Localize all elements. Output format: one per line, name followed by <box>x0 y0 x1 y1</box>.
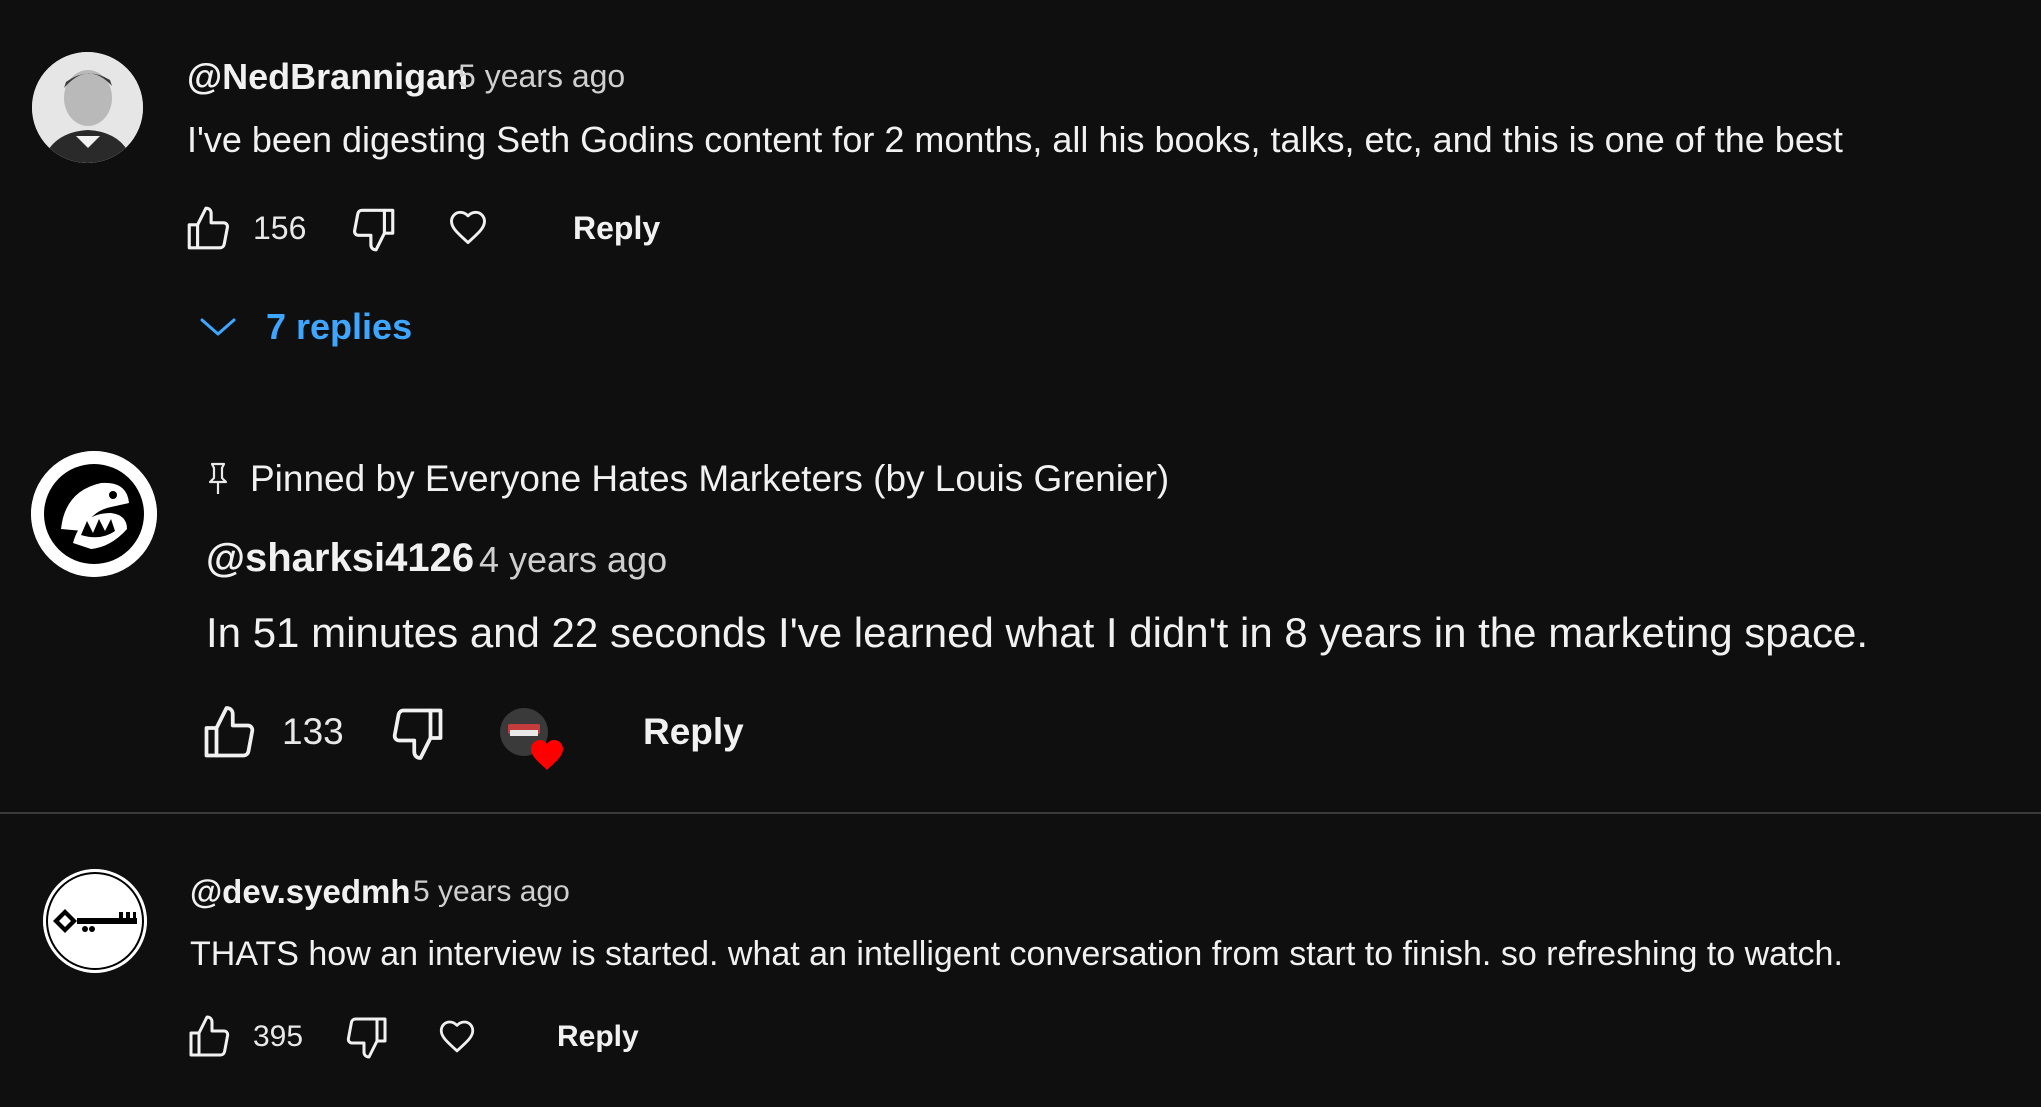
comment-timestamp[interactable]: 4 years ago <box>479 539 667 581</box>
pin-icon <box>207 462 229 496</box>
shark-logo-image <box>31 451 157 577</box>
heart-icon[interactable] <box>446 205 490 249</box>
like-count: 133 <box>282 711 344 752</box>
like-count: 156 <box>253 210 307 246</box>
comment-timestamp[interactable]: 5 years ago <box>413 875 570 909</box>
heart-icon[interactable] <box>436 1015 478 1057</box>
comment-author[interactable]: @NedBrannigan <box>187 56 468 98</box>
like-count: 395 <box>253 1020 304 1053</box>
thumb-up-icon[interactable] <box>182 204 234 254</box>
comment-author[interactable]: @dev.syedmh <box>190 873 410 911</box>
reply-button[interactable]: Reply <box>573 210 660 247</box>
comment-text: I've been digesting Seth Godins content … <box>187 119 1843 160</box>
creator-heart-badge[interactable] <box>498 706 570 776</box>
chevron-down-icon <box>198 315 238 339</box>
reply-button[interactable]: Reply <box>557 1020 639 1054</box>
comment-text: In 51 minutes and 22 seconds I've learne… <box>206 609 1869 656</box>
thumb-down-icon[interactable] <box>342 1013 392 1061</box>
thumb-up-icon[interactable] <box>198 703 260 763</box>
comment-author[interactable]: @sharksi4126 <box>206 536 474 581</box>
avatar[interactable] <box>32 52 143 163</box>
view-replies-button[interactable]: 7 replies <box>198 302 412 352</box>
comment-text: THATS how an interview is started. what … <box>190 935 1843 973</box>
replies-count-label: 7 replies <box>266 306 413 347</box>
comment-timestamp[interactable]: 5 years ago <box>458 58 625 95</box>
pinned-label: Pinned by Everyone Hates Marketers (by L… <box>250 458 1170 499</box>
avatar-image <box>32 52 143 163</box>
key-logo-image <box>43 869 147 973</box>
section-divider <box>0 812 2041 814</box>
avatar[interactable] <box>31 451 157 577</box>
avatar[interactable] <box>43 869 147 973</box>
thumb-down-icon[interactable] <box>348 204 400 254</box>
heart-icon <box>531 740 563 770</box>
thumb-down-icon[interactable] <box>387 703 449 763</box>
thumb-up-icon[interactable] <box>184 1013 234 1061</box>
reply-button[interactable]: Reply <box>643 711 744 753</box>
